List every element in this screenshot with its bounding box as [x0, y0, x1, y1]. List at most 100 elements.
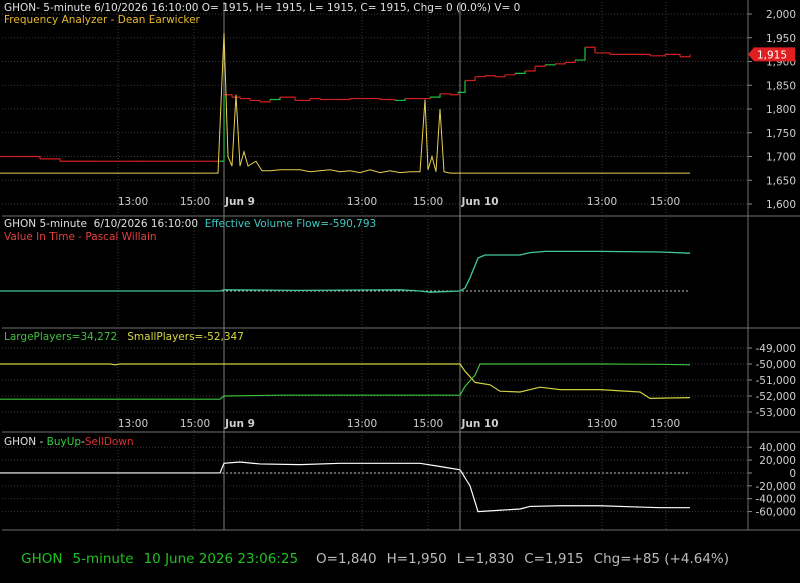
- volume-panel-header: GHON 5-minute 6/10/2026 16:10:00 Effecti…: [4, 218, 376, 231]
- x-tick-label: Jun 10: [460, 418, 498, 430]
- price-step: [40, 158, 61, 162]
- footer-close: C=1,915: [524, 551, 584, 567]
- y-tick-label: -20,000: [755, 481, 796, 493]
- footer-open: O=1,840: [316, 551, 377, 567]
- y-tick-label: 1,600: [766, 199, 796, 211]
- price-step: [20, 155, 41, 159]
- y-tick-label: -53,000: [755, 407, 796, 419]
- grid-layer: [2, 0, 800, 531]
- volume-flow-line: [0, 250, 691, 293]
- price-step: [365, 97, 381, 100]
- chart-canvas: 13:00 15:00 Jun 9 13:00 15:00 Jun 10 13:00 15:0…: [0, 0, 800, 531]
- price-step: [458, 80, 466, 93]
- footer-interval: 5-minute: [72, 551, 134, 567]
- price-step: [650, 54, 666, 57]
- y-tick-label: 2,000: [766, 9, 796, 21]
- y-tick-label: -49,000: [755, 343, 796, 355]
- price-step: [280, 96, 296, 101]
- y-tick-label: 1,850: [766, 80, 796, 92]
- x-tick-label: 15:00: [413, 196, 443, 208]
- price-step: [240, 97, 251, 101]
- price-step: [380, 98, 396, 101]
- axis-layer: 13:00 15:00 Jun 9 13:00 15:00 Jun 10 13:00 15:0…: [118, 9, 796, 519]
- price-step: [260, 99, 271, 103]
- buysell-prefix: GHON -: [4, 436, 47, 448]
- large-players-label: LargePlayers=34,272: [4, 331, 118, 343]
- price-step: [680, 54, 691, 58]
- price-step: [450, 92, 459, 96]
- price-step: [505, 73, 516, 76]
- price-step: [535, 64, 546, 67]
- price-step: [430, 93, 441, 98]
- y-tick-label: -40,000: [755, 494, 796, 506]
- x-tick-label: 13:00: [347, 196, 377, 208]
- price-panel-indicator-name: Frequency Analyzer - Dean Earwicker: [4, 14, 200, 26]
- buysell-panel-header: GHON - BuyUp-SellDown: [4, 436, 134, 449]
- y-tick-label: 1,650: [766, 175, 796, 187]
- y-tick-label: 20,000: [759, 455, 796, 467]
- price-step: [465, 76, 476, 82]
- x-tick-label: 13:00: [347, 418, 377, 430]
- price-step: [440, 93, 451, 95]
- y-tick-label: -50,000: [755, 359, 796, 371]
- volume-panel-symbol: GHON 5-minute 6/10/2026 16:10:00: [4, 218, 198, 230]
- price-step: [250, 99, 261, 102]
- price-step: [420, 97, 431, 100]
- volume-panel-indicator-name: Value In Time - Pascal Willain: [4, 231, 157, 243]
- y-tick-label: 1,700: [766, 152, 796, 164]
- x-tick-label: 15:00: [413, 418, 443, 430]
- footer-change: Chg=+85 (+4.64%): [593, 551, 730, 567]
- small-players-label: SmallPlayers=-52,347: [127, 331, 244, 343]
- x-tick-label: Jun 9: [224, 418, 255, 430]
- x-tick-label: Jun 9: [224, 196, 255, 208]
- footer-high: H=1,950: [386, 551, 447, 567]
- x-tick-label: Jun 10: [460, 196, 498, 208]
- sell-down-label: SellDown: [84, 436, 134, 448]
- price-step: [475, 75, 486, 78]
- volume-panel-flow: Effective Volume Flow=-590,793: [204, 218, 377, 230]
- price-step: [515, 71, 526, 74]
- large-players-line: [0, 363, 691, 400]
- x-tick-label: 13:00: [587, 196, 617, 208]
- last-price-tag-label: 1,915: [757, 49, 787, 61]
- footer-symbol: GHON: [21, 551, 63, 567]
- price-step: [545, 63, 556, 66]
- y-tick-label: 1,800: [766, 104, 796, 116]
- price-step: [270, 97, 281, 101]
- y-tick-label: -51,000: [755, 375, 796, 387]
- price-step: [335, 98, 351, 101]
- y-tick-label: 40,000: [759, 442, 796, 454]
- footer-low: L=1,830: [456, 551, 515, 567]
- small-players-line: [0, 363, 691, 400]
- footer-datetime: 10 June 2026 23:06:25: [143, 551, 299, 567]
- frequency-analyzer-line: [0, 32, 690, 174]
- price-step: [395, 98, 406, 102]
- price-step: [295, 98, 311, 102]
- y-tick-label: -60,000: [755, 507, 796, 519]
- buysell-cumulative-line: [0, 461, 690, 513]
- x-tick-label: 13:00: [118, 196, 148, 208]
- price-step: [585, 46, 596, 53]
- x-tick-label: 13:00: [587, 418, 617, 430]
- x-tick-label: 15:00: [650, 196, 680, 208]
- status-footer: GHON 5-minute 10 June 2026 23:06:25 O=1,840…: [4, 535, 739, 583]
- y-tick-label: 0: [789, 468, 796, 480]
- x-tick-label: 13:00: [118, 418, 148, 430]
- price-step: [665, 53, 681, 57]
- x-tick-label: 15:00: [650, 418, 680, 430]
- y-tick-label: 1,950: [766, 33, 796, 45]
- price-step: [485, 75, 496, 77]
- buy-up-label: BuyUp: [46, 436, 82, 448]
- price-step: [555, 62, 566, 65]
- price-step: [630, 53, 651, 56]
- x-tick-label: 15:00: [180, 418, 210, 430]
- chart-stage: 13:00 15:00 Jun 9 13:00 15:00 Jun 10 13:00 15:0…: [0, 0, 800, 567]
- price-step: [525, 66, 536, 72]
- y-tick-label: -52,000: [755, 391, 796, 403]
- price-step: [224, 94, 233, 98]
- price-step: [575, 47, 586, 61]
- price-step: [310, 97, 321, 100]
- x-tick-label: 15:00: [180, 196, 210, 208]
- price-step: [495, 74, 506, 78]
- players-panel-header: LargePlayers=34,272 SmallPlayers=-52,347: [4, 331, 244, 344]
